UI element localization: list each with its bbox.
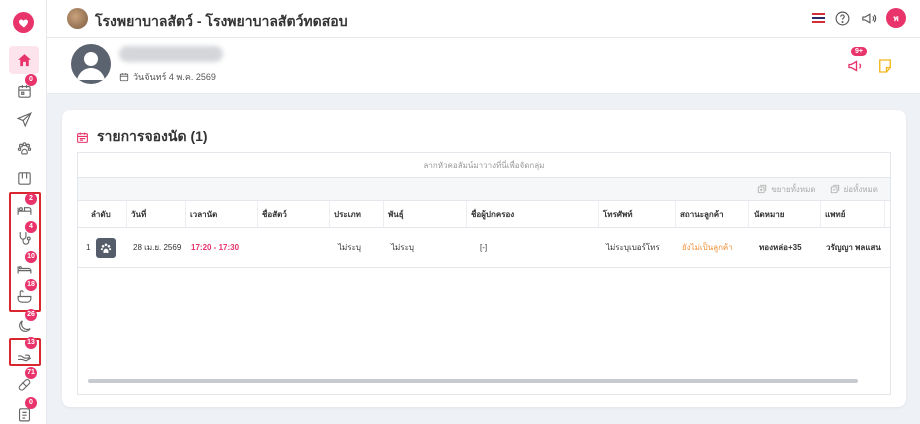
grid-toolbar: ขยายทั้งหมด ย่อทั้งหมด	[78, 178, 890, 201]
sidebar-item-document[interactable]: 0	[9, 397, 39, 424]
sidebar-item-pets[interactable]	[9, 134, 39, 162]
card-title: รายการจองนัด (1)	[76, 126, 208, 148]
column-header[interactable]: พันธุ์	[388, 201, 404, 227]
column-divider	[126, 201, 127, 227]
sidebar-item-ward[interactable]: 10	[9, 251, 39, 282]
sidebar-badge: 13	[25, 337, 37, 349]
thai-flag-icon[interactable]	[812, 13, 825, 23]
appointments-grid: ลากหัวคอลัมน์มาวางที่นี่เพื่อจัดกลุ่ม ขย…	[77, 152, 891, 395]
sidebar-item-moon[interactable]: 26	[9, 309, 39, 340]
sidebar-item-pill[interactable]: 71	[9, 367, 39, 398]
announcement-button[interactable]: 9+	[846, 47, 867, 75]
home-icon	[17, 53, 31, 66]
top-icons: พ	[812, 8, 906, 28]
column-header[interactable]: เวลานัด	[190, 201, 217, 227]
cell-pet-photo	[96, 228, 116, 267]
date-text: วันจันทร์ 4 พ.ค. 2569	[133, 72, 216, 82]
sidebar-badge: 71	[25, 367, 37, 379]
cell-breed: ไม่ระบุ	[391, 243, 414, 252]
column-divider	[675, 201, 676, 227]
collapse-all-button[interactable]: ย่อทั้งหมด	[830, 183, 878, 196]
column-divider	[884, 201, 885, 227]
profile-date: วันจันทร์ 4 พ.ค. 2569	[119, 70, 216, 84]
cell-appointment: ทองหล่อ+35	[759, 243, 802, 252]
group-panel[interactable]: ลากหัวคอลัมน์มาวางที่นี่เพื่อจัดกลุ่ม	[78, 153, 890, 178]
column-header[interactable]: โทรศัพท์	[603, 201, 633, 227]
paw-icon	[17, 141, 31, 155]
cell-status: ยังไม่เป็นลูกค้า	[682, 243, 733, 252]
sidebar-item-hospital-bed[interactable]: 2	[9, 193, 39, 224]
collapse-icon	[830, 184, 839, 194]
sidebar-item-send[interactable]	[9, 105, 39, 133]
calendar-icon	[119, 73, 129, 82]
sidebar-item-calendar[interactable]: 0	[9, 74, 39, 105]
cell-type: ไม่ระบุ	[338, 243, 361, 252]
profile-name-blurred	[119, 46, 223, 62]
column-divider	[598, 201, 599, 227]
column-header[interactable]: ประเภท	[334, 201, 361, 227]
expand-all-label: ขยายทั้งหมด	[771, 184, 816, 194]
sticky-note-icon	[879, 59, 891, 73]
heart-logo-icon[interactable]	[13, 12, 34, 33]
megaphone-icon[interactable]	[860, 10, 877, 27]
sidebar-item-window[interactable]	[9, 164, 39, 192]
column-divider	[257, 201, 258, 227]
column-divider	[383, 201, 384, 227]
sidebar-item-home[interactable]	[9, 46, 39, 74]
column-header[interactable]: ชื่อผู้ปกครอง	[471, 201, 514, 227]
page-title: โรงพยาบาลสัตว์ - โรงพยาบาลสัตว์ทดสอบ	[95, 13, 348, 29]
table-header: ลำดับ วันที่ เวลานัด ชื่อสัตว์ ประเภท พั…	[78, 201, 890, 228]
note-button[interactable]	[876, 57, 894, 75]
profile-avatar	[71, 44, 111, 84]
top-bar: โรงพยาบาลสัตว์ - โรงพยาบาลสัตว์ทดสอบ พ	[47, 0, 920, 38]
sidebar-item-bath[interactable]: 18	[9, 279, 39, 310]
sidebar-badge: 18	[25, 279, 37, 291]
column-divider	[466, 201, 467, 227]
column-header[interactable]: นัดหมาย	[754, 201, 784, 227]
megaphone-icon	[848, 60, 862, 72]
profile-bar: วันจันทร์ 4 พ.ค. 2569 9+	[47, 38, 920, 94]
appointments-card: รายการจองนัด (1) ลากหัวคอลัมน์มาวางที่นี…	[62, 110, 906, 407]
column-header[interactable]: วันที่	[131, 201, 146, 227]
paw-icon	[96, 237, 116, 258]
sidebar-item-stethoscope[interactable]: 4	[9, 221, 39, 252]
sidebar-item-hand[interactable]: 13	[9, 337, 39, 368]
cell-date: 28 เม.ย. 2569	[133, 243, 182, 252]
hospital-avatar	[67, 8, 88, 29]
column-header[interactable]: สถานะลูกค้า	[680, 201, 724, 227]
column-divider	[185, 201, 186, 227]
cell-doctor: วรัญญา พลแสน	[826, 243, 881, 252]
cell-phone: ไม่ระบุเบอร์โทร	[606, 243, 660, 252]
sidebar-badge: 4	[25, 221, 37, 233]
column-divider	[329, 201, 330, 227]
sidebar-badge: 2	[25, 193, 37, 205]
sidebar: 0 2 4 10 18 26 13 71 0	[0, 0, 47, 424]
column-divider	[748, 201, 749, 227]
sidebar-badge: 26	[25, 309, 37, 321]
notification-badge: 9+	[851, 47, 867, 56]
expand-icon	[758, 184, 767, 194]
table-row[interactable]: 1 28 เม.ย. 2569 17:20 - 17:30 ไม่ระบุ ไม…	[78, 228, 890, 268]
sidebar-badge: 0	[25, 397, 37, 409]
user-avatar[interactable]: พ	[886, 8, 906, 28]
sidebar-badge: 10	[25, 251, 37, 263]
send-icon	[16, 111, 32, 127]
column-header[interactable]: ชื่อสัตว์	[262, 201, 287, 227]
calendar-list-icon	[77, 132, 88, 143]
sidebar-badge: 0	[25, 74, 37, 86]
collapse-all-label: ย่อทั้งหมด	[843, 184, 878, 194]
card-title-text: รายการจองนัด (1)	[97, 128, 208, 144]
horizontal-scrollbar[interactable]	[88, 379, 858, 383]
window-icon	[17, 171, 31, 185]
help-icon[interactable]	[834, 10, 851, 27]
expand-all-button[interactable]: ขยายทั้งหมด	[757, 183, 816, 196]
column-header[interactable]: ลำดับ	[91, 201, 111, 227]
cell-index: 1	[86, 243, 91, 252]
cell-owner[interactable]: [-]	[480, 228, 487, 267]
column-divider	[820, 201, 821, 227]
cell-time: 17:20 - 17:30	[191, 243, 240, 252]
column-header[interactable]: แพทย์	[825, 201, 845, 227]
